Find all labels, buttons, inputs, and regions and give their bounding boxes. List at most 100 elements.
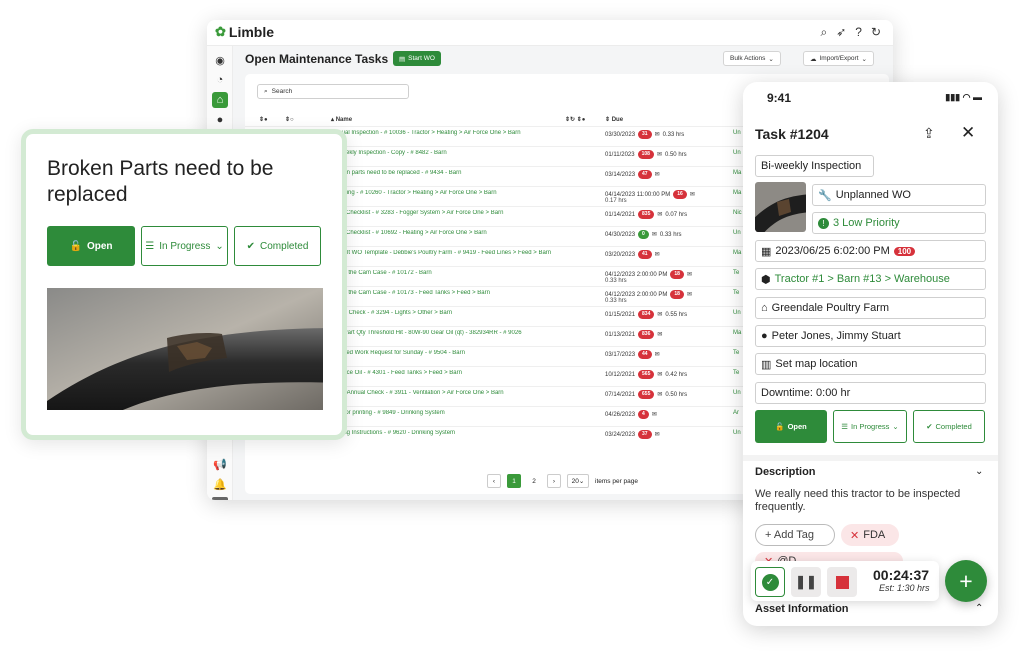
bulk-actions-button[interactable]: Bulk Actions ⌄ bbox=[723, 51, 781, 66]
task-name-link[interactable]: Clean the Cam Case - # 10172 - Barn bbox=[331, 270, 591, 276]
column-sort-extra[interactable]: ⇕↻ ⇕● bbox=[565, 116, 585, 123]
due-date: 03/30/2023 bbox=[605, 131, 636, 138]
pause-button[interactable]: ❚❚ bbox=[791, 567, 821, 597]
location-cell[interactable]: Un bbox=[733, 130, 741, 136]
map-location-field[interactable]: ▥ Set map location bbox=[755, 353, 986, 375]
in-progress-button[interactable]: ☰ In Progress ⌄ bbox=[141, 226, 228, 266]
days-badge: 836 bbox=[638, 330, 655, 339]
per-page-select[interactable]: 20 ⌄ bbox=[567, 474, 589, 488]
chevron-down-icon[interactable]: ⌄ bbox=[975, 466, 983, 477]
search-icon[interactable]: ⌕ bbox=[820, 25, 827, 40]
limble-logo[interactable]: ✿ Limble bbox=[215, 24, 274, 40]
task-name-link[interactable]: Replace Oil - # 4301 - Feed Tanks > Feed… bbox=[331, 370, 591, 376]
task-thumbnail[interactable] bbox=[755, 182, 806, 232]
task-name-link[interactable]: Planned Work Request for Sunday - # 9504… bbox=[331, 350, 591, 356]
notifications-icon[interactable]: 🔔 bbox=[212, 476, 228, 492]
description-heading[interactable]: Description bbox=[755, 466, 816, 478]
location-cell[interactable]: Ma bbox=[733, 190, 741, 196]
avatar[interactable]: ◎ bbox=[212, 497, 228, 500]
chevron-down-icon: ⌄ bbox=[768, 55, 774, 63]
wrench-icon: 🔧 bbox=[818, 189, 832, 202]
next-page-button[interactable]: › bbox=[547, 474, 561, 488]
downtime-field[interactable]: Downtime: 0:00 hr bbox=[755, 382, 986, 404]
location-cell[interactable]: Un bbox=[733, 150, 741, 156]
tag-fda[interactable]: ✕ FDA bbox=[841, 524, 899, 546]
page-1-button[interactable]: 1 bbox=[507, 474, 521, 488]
megaphone-icon[interactable]: 📢 bbox=[212, 456, 228, 472]
task-name-link[interactable]: Testing Instructions - # 9620 - Drinking… bbox=[331, 430, 591, 436]
complete-timer-button[interactable]: ✓ bbox=[755, 567, 785, 597]
share-icon[interactable]: ⇪ bbox=[923, 125, 935, 142]
start-wo-button[interactable]: ▤ Start WO bbox=[393, 51, 441, 66]
task-name-link[interactable]: Clean the Cam Case - # 10173 - Feed Tank… bbox=[331, 290, 591, 296]
refresh-icon[interactable]: ↻ bbox=[871, 25, 881, 40]
days-badge: 31 bbox=[638, 130, 652, 139]
user-icon[interactable]: ● bbox=[212, 112, 228, 128]
help-icon[interactable]: ? bbox=[855, 25, 862, 40]
globe-icon[interactable]: ◉ bbox=[212, 52, 228, 68]
remove-tag-icon[interactable]: ✕ bbox=[850, 529, 859, 542]
envelope-icon: ✉ bbox=[651, 232, 657, 238]
assignees-field[interactable]: ● Peter Jones, Jimmy Stuart bbox=[755, 325, 986, 347]
column-sort-check[interactable]: ⇕○ bbox=[285, 116, 294, 123]
location-cell[interactable]: Te bbox=[733, 370, 739, 376]
open-button[interactable]: 🔓 Open bbox=[755, 410, 827, 443]
location-cell[interactable]: Un bbox=[733, 230, 741, 236]
search-input[interactable]: ⌕ Search bbox=[257, 84, 409, 99]
timer-value: 00:24:37 bbox=[873, 567, 930, 583]
task-name-link[interactable]: Low Part Qty Threshold Hit - 80W-90 Gear… bbox=[331, 330, 591, 336]
open-button[interactable]: 🔓 Open bbox=[47, 226, 135, 266]
task-name-link[interactable]: Daily Checklist - # 10692 - Heating > Ai… bbox=[331, 230, 591, 236]
envelope-icon: ✉ bbox=[689, 192, 695, 198]
column-name[interactable]: ▴ Name bbox=[331, 116, 352, 123]
add-fab-button[interactable]: + bbox=[945, 560, 987, 602]
close-icon[interactable]: ✕ bbox=[961, 123, 975, 143]
priority-field[interactable]: ! 3 Low Priority bbox=[812, 212, 986, 234]
pagination: ‹ 1 2 › 20 ⌄ items per page bbox=[487, 474, 638, 488]
home-icon[interactable]: ⌂ bbox=[212, 92, 228, 108]
work-order-type-field[interactable]: 🔧 Unplanned WO bbox=[812, 184, 986, 206]
stop-button[interactable] bbox=[827, 567, 857, 597]
days-badge: 565 bbox=[638, 370, 655, 379]
location-cell[interactable]: Te bbox=[733, 290, 739, 296]
page-2-button[interactable]: 2 bbox=[527, 474, 541, 488]
column-due[interactable]: ⇕ Due bbox=[605, 116, 623, 123]
location-cell[interactable]: Ma bbox=[733, 330, 741, 336]
prev-page-button[interactable]: ‹ bbox=[487, 474, 501, 488]
task-name-link[interactable]: Semi-Annual Check - # 3911 - Ventilation… bbox=[331, 390, 591, 396]
completed-button[interactable]: ✔ Completed bbox=[913, 410, 985, 443]
task-name-link[interactable]: Broken parts need to be replaced - # 943… bbox=[331, 170, 591, 176]
location-cell[interactable]: Un bbox=[733, 430, 741, 436]
task-name-link[interactable]: Test for printing - # 9849 - Drinking Sy… bbox=[331, 410, 591, 416]
task-name-link[interactable]: Cleaning - # 10260 - Tractor > Heating >… bbox=[331, 190, 591, 196]
completed-button[interactable]: ✔ Completed bbox=[234, 226, 321, 266]
dashboard-icon[interactable]: ◔ bbox=[212, 72, 228, 88]
signal-wifi-battery-icon: ▮▮▮ ◠ ▬ bbox=[945, 92, 982, 102]
rocket-icon[interactable]: ➶ bbox=[836, 25, 846, 40]
due-date-field[interactable]: ▦ 2023/06/25 6:02:00 PM 100 bbox=[755, 240, 986, 262]
in-progress-button[interactable]: ☰ In Progress ⌄ bbox=[833, 410, 907, 443]
due-cell: 10/12/2021 565 ✉ 0.42 hrs bbox=[605, 370, 687, 379]
location-cell[interactable]: Ma bbox=[733, 250, 741, 256]
task-name-link[interactable]: Daily Checklist - # 3283 - Fogger System… bbox=[331, 210, 591, 216]
asset-information-heading[interactable]: Asset Information bbox=[755, 603, 849, 615]
task-name-link[interactable]: Bi-weekly Inspection - Copy - # 8482 - B… bbox=[331, 150, 591, 156]
task-name-link[interactable]: Lights Check - # 3294 - Lights > Other >… bbox=[331, 310, 591, 316]
location-cell[interactable]: Te bbox=[733, 350, 739, 356]
location-cell[interactable]: Ma bbox=[733, 170, 741, 176]
check-circle-icon: ✔ bbox=[246, 240, 256, 252]
location-field[interactable]: ⌂ Greendale Poultry Farm bbox=[755, 297, 986, 319]
location-cell[interactable]: Un bbox=[733, 390, 741, 396]
location-cell[interactable]: Nic bbox=[733, 210, 742, 216]
task-name-link[interactable]: Annual Inspection - # 10036 - Tractor > … bbox=[331, 130, 591, 136]
task-name-link[interactable]: Default WO Template - Debbie's Poultry F… bbox=[331, 250, 591, 256]
chevron-up-icon[interactable]: ⌃ bbox=[975, 603, 983, 614]
column-sort-status[interactable]: ⇕● bbox=[259, 116, 268, 123]
location-cell[interactable]: Ar bbox=[733, 410, 739, 416]
location-cell[interactable]: Te bbox=[733, 270, 739, 276]
asset-path-field[interactable]: ⬢ Tractor #1 > Barn #13 > Warehouse bbox=[755, 268, 986, 290]
import-export-button[interactable]: ☁ Import/Export ⌄ bbox=[803, 51, 874, 66]
task-name-field[interactable]: Bi-weekly Inspection bbox=[755, 155, 874, 177]
add-tag-button[interactable]: + Add Tag bbox=[755, 524, 835, 546]
location-cell[interactable]: Un bbox=[733, 310, 741, 316]
